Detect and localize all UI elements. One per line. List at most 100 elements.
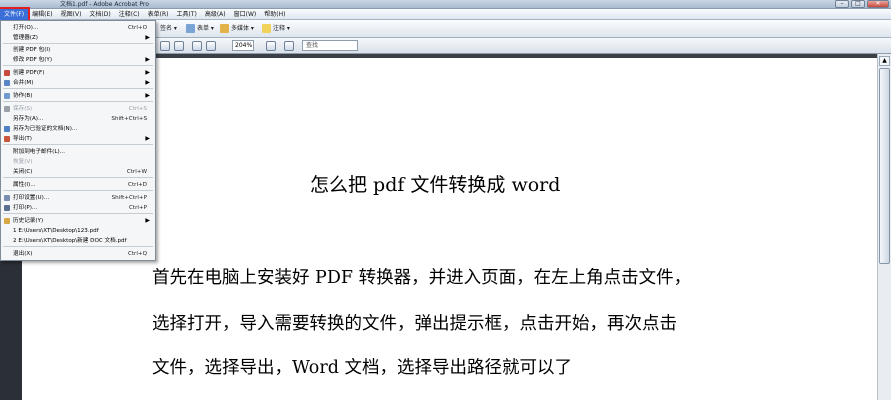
file-menu-item[interactable]: 退出(X) Ctrl+Q: [1, 249, 155, 259]
file-menu-item[interactable]: 2 E:\Users\XT\Desktop\新建 DOC 文档.pdf: [1, 236, 155, 246]
menu-separator: [3, 43, 153, 44]
file-menu-item[interactable]: 打开(O)... Ctrl+O: [1, 23, 155, 33]
menu-item-icon: [4, 93, 10, 99]
sign-button[interactable]: 签名 ▾: [160, 23, 177, 35]
file-menu-item[interactable]: 属性(I)... Ctrl+D: [1, 180, 155, 190]
document-line-3: 文件，选择导出，Word 文档，选择导出路径就可以了: [152, 358, 572, 378]
menu-item-shortcut: Shift+Ctrl+S: [111, 116, 147, 122]
menu-separator: [3, 190, 153, 191]
file-menu-item[interactable]: 打印设置(U)... Shift+Ctrl+P: [1, 193, 155, 203]
form-icon: [186, 24, 195, 33]
find-input[interactable]: 查找: [302, 40, 358, 51]
file-menu-item[interactable]: 创建 PDF(F) ▶: [1, 68, 155, 78]
menu-separator: [3, 88, 153, 89]
menu-separator: [3, 144, 153, 145]
document-title: 怎么把 pdf 文件转换成 word: [310, 174, 561, 196]
submenu-arrow-icon: ▶: [145, 56, 150, 63]
submenu-arrow-icon: ▶: [145, 92, 150, 99]
menu-help[interactable]: 帮助(H): [260, 9, 289, 20]
menu-item-label: 修改 PDF 包(Y): [13, 57, 53, 63]
document-line-1: 首先在电脑上安装好 PDF 转换器，并进入页面，在左上角点击文件，: [152, 268, 692, 288]
scroll-up-icon[interactable]: ▲: [879, 56, 890, 66]
menu-item-label: 打开(O)...: [13, 25, 39, 31]
menu-item-icon: [4, 80, 10, 86]
menu-item-icon: [4, 205, 10, 211]
minimize-button[interactable]: –: [835, 0, 849, 8]
menu-item-icon: [4, 136, 10, 142]
menu-file[interactable]: 文件(F): [0, 6, 31, 22]
menu-item-shortcut: Ctrl+P: [128, 205, 147, 211]
menu-item-label: 打印设置(U)...: [13, 195, 50, 201]
menu-separator: [3, 177, 153, 178]
fit-page-icon[interactable]: [284, 41, 294, 51]
menu-item-shortcut: Ctrl+S: [128, 106, 147, 112]
menu-item-shortcut: Ctrl+W: [126, 169, 147, 175]
window-controls: – □ ✕: [835, 0, 889, 9]
comment-icon: [262, 24, 271, 33]
file-menu-item[interactable]: 合并(M) ▶: [1, 78, 155, 88]
submenu-arrow-icon: ▶: [145, 217, 150, 224]
submenu-arrow-icon: ▶: [145, 135, 150, 142]
file-menu-item[interactable]: 关闭(C) Ctrl+W: [1, 167, 155, 177]
menu-separator: [3, 101, 153, 102]
scroll-thumb[interactable]: [879, 68, 890, 264]
menu-item-label: 另存为已验证的文档(N)...: [13, 126, 78, 132]
menu-comments[interactable]: 注释(C): [115, 9, 144, 20]
file-menu-item[interactable]: 创建 PDF 包(I): [1, 45, 155, 55]
file-menu-item[interactable]: 修改 PDF 包(Y) ▶: [1, 55, 155, 65]
zoom-out-icon[interactable]: [192, 41, 202, 51]
menu-item-label: 创建 PDF(F): [13, 70, 45, 76]
menu-separator: [3, 213, 153, 214]
file-menu-item[interactable]: 导出(T) ▶: [1, 134, 155, 144]
file-menu-item[interactable]: 另存为(A)... Shift+Ctrl+S: [1, 114, 155, 124]
menu-item-label: 管理器(Z): [13, 35, 38, 41]
zoom-level-input[interactable]: 204%: [232, 40, 254, 51]
menu-item-icon: [4, 106, 10, 112]
menu-edit[interactable]: 编辑(E): [28, 9, 56, 20]
menu-item-shortcut: Ctrl+D: [128, 182, 147, 188]
menu-separator: [3, 65, 153, 66]
menu-separator: [3, 246, 153, 247]
file-menu-item[interactable]: 附加到电子邮件(L)...: [1, 147, 155, 157]
maximize-button[interactable]: □: [851, 0, 865, 8]
submenu-arrow-icon: ▶: [145, 34, 150, 41]
menu-item-icon: [4, 126, 10, 132]
file-menu-item[interactable]: 打印(P)... Ctrl+P: [1, 203, 155, 213]
menu-item-icon: [4, 218, 10, 224]
menu-document[interactable]: 文档(D): [85, 9, 114, 20]
menu-advanced[interactable]: 高级(A): [201, 9, 230, 20]
comment-button[interactable]: 注释 ▾: [262, 23, 290, 35]
fit-width-icon[interactable]: [266, 41, 276, 51]
file-menu-item[interactable]: 管理器(Z) ▶: [1, 33, 155, 43]
multimedia-icon: [220, 24, 229, 33]
menu-item-icon: [4, 70, 10, 76]
form-button[interactable]: 表单 ▾: [186, 23, 214, 35]
select-tool-icon[interactable]: [160, 41, 170, 51]
file-menu-item: 保存(S) Ctrl+S: [1, 104, 155, 114]
menu-item-label: 导出(T): [13, 136, 32, 142]
menu-item-label: 恢复(V): [13, 159, 33, 165]
file-menu-item[interactable]: 另存为已验证的文档(N)...: [1, 124, 155, 134]
menu-item-label: 创建 PDF 包(I): [13, 47, 51, 53]
menu-item-label: 2 E:\Users\XT\Desktop\新建 DOC 文档.pdf: [13, 238, 127, 244]
menu-item-label: 协作(B): [13, 93, 33, 99]
menu-item-shortcut: Ctrl+O: [127, 25, 147, 31]
file-menu-item[interactable]: 1 E:\Users\XT\Desktop\123.pdf: [1, 226, 155, 236]
menu-tools[interactable]: 工具(T): [172, 9, 200, 20]
menu-item-label: 打印(P)...: [13, 205, 38, 211]
file-menu-item[interactable]: 历史记录(Y) ▶: [1, 216, 155, 226]
menu-item-label: 关闭(C): [13, 169, 33, 175]
zoom-in-icon[interactable]: [206, 41, 216, 51]
file-menu-dropdown: 打开(O)... Ctrl+O 管理器(Z) ▶ 创建 PDF 包(I) 修改 PDF 包…: [0, 20, 156, 261]
close-button[interactable]: ✕: [867, 0, 889, 8]
menu-item-label: 属性(I)...: [13, 182, 36, 188]
vertical-scrollbar[interactable]: ▲: [877, 54, 891, 400]
hand-tool-icon[interactable]: [174, 41, 184, 51]
menu-forms[interactable]: 表单(R): [144, 9, 173, 20]
multimedia-button[interactable]: 多媒体 ▾: [220, 23, 254, 35]
menu-item-label: 1 E:\Users\XT\Desktop\123.pdf: [13, 228, 99, 234]
menu-window[interactable]: 窗口(W): [230, 9, 261, 20]
file-menu-item[interactable]: 协作(B) ▶: [1, 91, 155, 101]
menu-view[interactable]: 视图(V): [57, 9, 86, 20]
menu-item-label: 保存(S): [13, 106, 33, 112]
